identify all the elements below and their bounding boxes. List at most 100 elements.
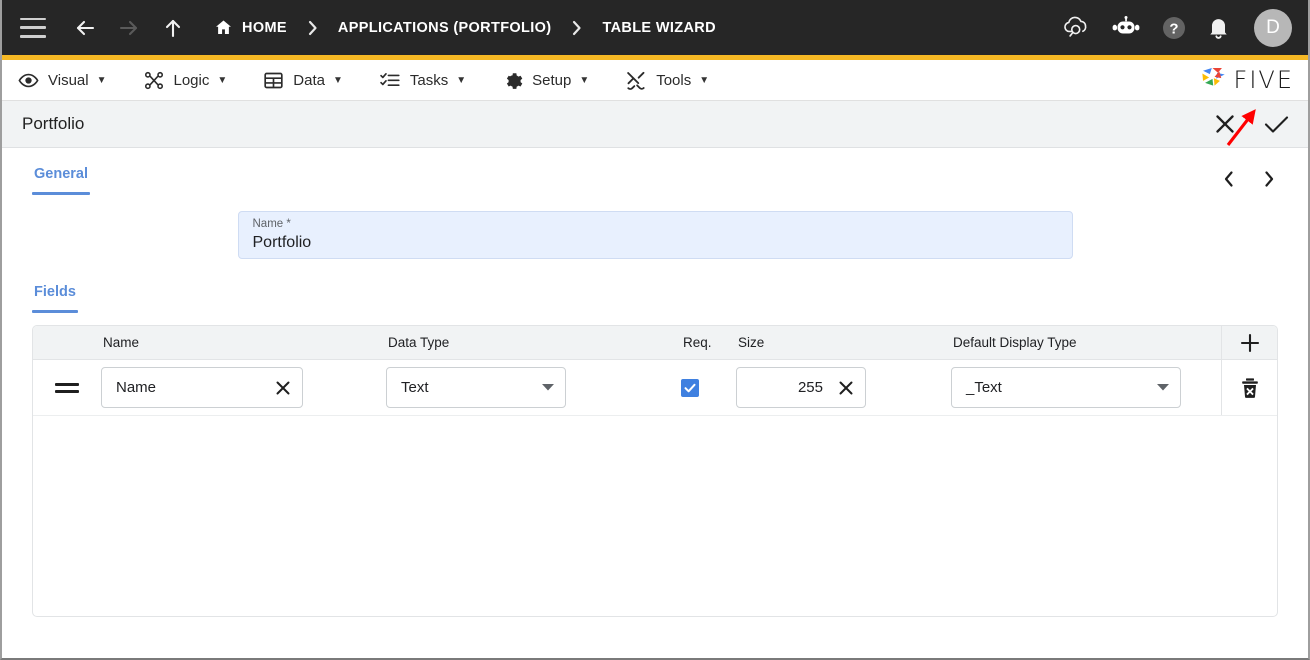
breadcrumb-label: HOME [242, 19, 287, 36]
chevron-down-icon: ▼ [579, 74, 590, 86]
breadcrumb-label: TABLE WIZARD [602, 19, 716, 36]
breadcrumb-separator [306, 19, 319, 37]
chevron-down-icon: ▼ [96, 74, 107, 86]
cell-data-type: Text [386, 360, 681, 415]
name-input-value: Portfolio [252, 234, 312, 251]
column-header-default-display-type: Default Display Type [953, 335, 1077, 350]
clear-icon[interactable] [829, 379, 855, 397]
menu-item-label: Setup [532, 71, 572, 89]
menu-item-label: Visual [48, 71, 89, 89]
previous-record-button[interactable] [1220, 168, 1238, 190]
tab-fields-label: Fields [34, 284, 76, 300]
breadcrumb-item-table-wizard[interactable]: TABLE WIZARD [602, 20, 715, 36]
home-icon [214, 18, 233, 37]
header-actions: ? D [1062, 8, 1292, 47]
tab-fields-underline [32, 310, 78, 313]
user-avatar[interactable]: D [1254, 8, 1292, 47]
forward-button[interactable] [112, 11, 146, 45]
table-row: Name Text 255 _Text [33, 360, 1277, 416]
cancel-button[interactable] [1213, 112, 1237, 136]
menu-item-setup[interactable]: Setup ▼ [502, 70, 589, 91]
tab-general[interactable]: General [32, 166, 90, 195]
menu-item-label: Tasks [409, 71, 449, 89]
field-size-input[interactable]: 255 [736, 367, 866, 408]
chevron-down-icon: ▼ [332, 74, 343, 86]
default-display-type-value: _Text [966, 379, 1002, 396]
column-header-name: Name [103, 335, 140, 350]
tab-general-underline [32, 192, 90, 195]
breadcrumb-separator [570, 19, 583, 37]
back-button[interactable] [68, 11, 102, 45]
name-field-wrap: Name * Portfolio [32, 211, 1278, 259]
field-size-value: 255 [797, 379, 823, 396]
cell-size: 255 [736, 360, 951, 415]
column-header-size: Size [738, 335, 765, 350]
clear-icon[interactable] [266, 379, 292, 397]
menu-item-logic[interactable]: Logic ▼ [143, 70, 228, 91]
checklist-icon [379, 70, 401, 91]
tools-icon [625, 70, 647, 91]
table-grid-icon [263, 70, 284, 91]
top-header-bar: HOME APPLICATIONS (PORTFOLIO) TABLE WIZA… [2, 0, 1308, 55]
field-name-value: Name [116, 379, 157, 396]
menu-item-label: Tools [656, 71, 692, 89]
menu-item-visual[interactable]: Visual ▼ [18, 70, 107, 91]
column-header-data-type: Data Type [388, 335, 450, 350]
tab-general-label: General [34, 166, 88, 182]
chevron-down-icon [541, 379, 555, 396]
chevron-down-icon: ▼ [217, 74, 228, 86]
five-wordmark: FIVE [1233, 66, 1294, 94]
row-drag-handle[interactable] [33, 360, 101, 415]
data-type-value: Text [401, 379, 429, 396]
required-checkbox[interactable] [681, 378, 699, 397]
avatar-initial: D [1266, 16, 1280, 38]
chevron-down-icon [1156, 379, 1170, 396]
menu-item-tools[interactable]: Tools ▼ [625, 70, 709, 91]
default-display-type-select[interactable]: _Text [951, 367, 1181, 408]
next-record-button[interactable] [1260, 168, 1278, 190]
general-tab-row: General [32, 148, 1278, 195]
breadcrumb-label: APPLICATIONS (PORTFOLIO) [337, 19, 552, 36]
save-button[interactable] [1263, 112, 1290, 136]
cell-name: Name [101, 360, 386, 415]
tab-fields[interactable]: Fields [32, 284, 78, 313]
fields-table: Name Data Type Req. Size Default Display… [32, 325, 1278, 617]
logic-nodes-icon [143, 70, 165, 91]
cloud-search-icon[interactable] [1062, 15, 1091, 41]
chevron-down-icon: ▼ [456, 74, 467, 86]
name-input-label: Name * [252, 218, 291, 230]
name-input[interactable]: Name * Portfolio [237, 211, 1073, 259]
breadcrumb-item-applications[interactable]: APPLICATIONS (PORTFOLIO) [338, 20, 552, 36]
gear-icon [502, 70, 523, 91]
fields-table-header: Name Data Type Req. Size Default Display… [33, 326, 1277, 360]
chevron-down-icon: ▼ [699, 74, 710, 86]
robot-icon[interactable] [1111, 15, 1141, 40]
breadcrumb: HOME APPLICATIONS (PORTFOLIO) TABLE WIZA… [214, 18, 716, 37]
svg-text:?: ? [1169, 20, 1178, 37]
record-pager [1220, 166, 1278, 190]
add-field-button[interactable] [1221, 326, 1277, 359]
main-menu-bar: Visual ▼ Logic ▼ Data ▼ Tasks ▼ Setup ▼ … [2, 60, 1308, 101]
hamburger-menu-icon[interactable] [20, 17, 46, 38]
form-content: General Name * Portfolio Fields Name Dat… [2, 148, 1308, 617]
data-type-select[interactable]: Text [386, 367, 566, 408]
form-title-bar: Portfolio [2, 101, 1308, 148]
help-icon[interactable]: ? [1161, 15, 1187, 41]
menu-item-data[interactable]: Data ▼ [263, 70, 343, 91]
five-logo[interactable]: FIVE [1199, 64, 1294, 96]
breadcrumb-item-home[interactable]: HOME [214, 18, 287, 37]
eye-icon [18, 70, 39, 91]
menu-item-label: Logic [173, 71, 210, 89]
app-window: HOME APPLICATIONS (PORTFOLIO) TABLE WIZA… [0, 0, 1310, 660]
fields-tab-row: Fields [32, 283, 1278, 313]
page-title: Portfolio [22, 114, 85, 133]
five-pinwheel-icon [1199, 64, 1226, 96]
up-button[interactable] [156, 11, 190, 45]
cell-required [681, 360, 736, 415]
menu-item-tasks[interactable]: Tasks ▼ [379, 70, 466, 91]
delete-row-button[interactable] [1221, 360, 1277, 415]
drag-handle-icon[interactable] [55, 382, 79, 393]
notifications-bell-icon[interactable] [1207, 15, 1230, 40]
form-actions [1213, 112, 1290, 136]
field-name-input[interactable]: Name [101, 367, 303, 408]
